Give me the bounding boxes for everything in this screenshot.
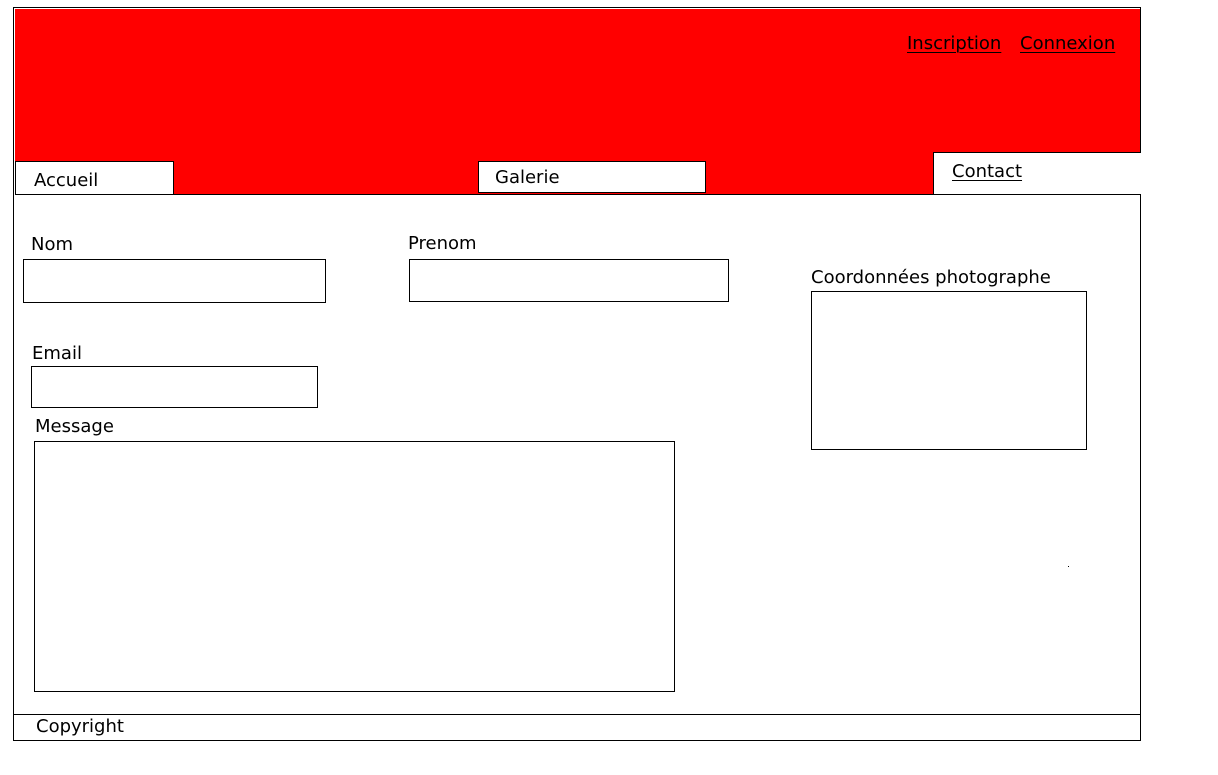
footer-divider [13,714,1141,716]
stray-dot [1068,566,1069,567]
tab-galerie[interactable]: Galerie [478,161,706,193]
coordonnees-photographe-box [811,291,1087,450]
message-label: Message [35,416,114,437]
tab-contact[interactable]: Contact [933,152,1141,195]
inscription-link[interactable]: Inscription [907,33,1001,54]
copyright-text: Copyright [36,716,124,737]
email-field[interactable] [31,366,318,408]
email-label: Email [32,343,82,364]
header-divider [15,194,1141,195]
tab-accueil[interactable]: Accueil [15,161,174,195]
tab-galerie-label: Galerie [495,167,560,188]
nom-field[interactable] [23,259,326,303]
prenom-label: Prenom [408,233,477,254]
nom-label: Nom [31,234,74,255]
tab-contact-label: Contact [952,161,1023,182]
connexion-link[interactable]: Connexion [1020,33,1115,54]
tab-accueil-label: Accueil [34,170,99,191]
prenom-field[interactable] [409,259,729,302]
coordonnees-photographe-label: Coordonnées photographe [811,267,1051,288]
message-field[interactable] [34,441,675,692]
